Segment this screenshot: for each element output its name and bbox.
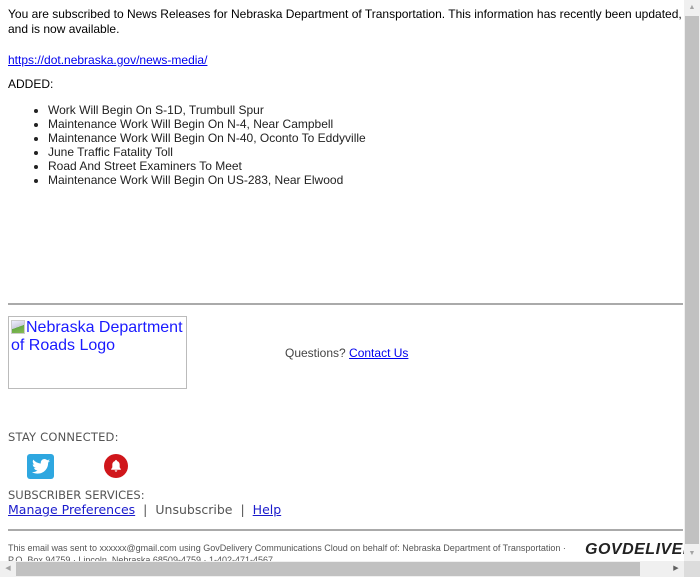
scroll-up-arrow-icon[interactable]: ▲ — [684, 0, 700, 15]
bell-icon — [111, 459, 121, 472]
unsubscribe-text[interactable]: Unsubscribe — [155, 502, 232, 517]
twitter-link[interactable] — [27, 454, 54, 479]
scrollbar-corner — [684, 561, 700, 577]
list-item: Maintenance Work Will Begin On N-40, Oco… — [48, 131, 366, 145]
help-link[interactable]: Help — [253, 502, 282, 517]
subscriber-services-links: Manage Preferences | Unsubscribe | Help — [8, 502, 281, 517]
logo-alt-text: Nebraska Department of Roads Logo — [11, 319, 183, 354]
list-item: Maintenance Work Will Begin On N-4, Near… — [48, 117, 366, 131]
list-item: Maintenance Work Will Begin On US-283, N… — [48, 173, 366, 187]
news-media-link[interactable]: https://dot.nebraska.gov/news-media/ — [8, 53, 207, 67]
stay-connected-label: STAY CONNECTED: — [8, 430, 119, 444]
govdelivery-logo: GOVDELIVERY — [585, 541, 684, 558]
intro-text: You are subscribed to News Releases for … — [8, 7, 682, 36]
scroll-right-arrow-icon[interactable]: ▶ — [668, 561, 684, 577]
list-item: Work Will Begin On S-1D, Trumbull Spur — [48, 103, 366, 117]
added-label: ADDED: — [8, 77, 54, 91]
vertical-scrollbar[interactable]: ▲ ▼ — [684, 0, 700, 561]
list-item: Road And Street Examiners To Meet — [48, 159, 366, 173]
questions-line: Questions? Contact Us — [285, 346, 408, 360]
scroll-down-arrow-icon[interactable]: ▼ — [684, 546, 700, 561]
divider — [8, 303, 683, 305]
broken-image-icon — [11, 320, 25, 334]
nebraska-logo-image[interactable]: Nebraska Department of Roads Logo — [8, 316, 187, 389]
news-items-list: Work Will Begin On S-1D, Trumbull Spur M… — [8, 103, 366, 187]
divider — [8, 529, 683, 531]
email-content: You are subscribed to News Releases for … — [8, 7, 684, 561]
questions-label: Questions? — [285, 346, 346, 360]
manage-preferences-link[interactable]: Manage Preferences — [8, 502, 135, 517]
subscriber-services-label: SUBSCRIBER SERVICES: — [8, 488, 145, 502]
contact-us-link[interactable]: Contact Us — [349, 346, 408, 360]
vertical-scroll-thumb[interactable] — [685, 16, 699, 544]
email-viewport: You are subscribed to News Releases for … — [0, 0, 684, 561]
separator: | — [143, 502, 148, 517]
scroll-left-arrow-icon[interactable]: ◀ — [0, 561, 16, 577]
separator: | — [240, 502, 245, 517]
horizontal-scroll-thumb[interactable] — [16, 562, 640, 576]
notification-link[interactable] — [104, 454, 128, 478]
legal-footer-text: This email was sent to xxxxxx@gmail.com … — [8, 543, 566, 561]
horizontal-scrollbar[interactable]: ◀ ▶ — [0, 561, 684, 577]
url-line: https://dot.nebraska.gov/news-media/ — [8, 51, 207, 69]
twitter-icon — [31, 459, 50, 474]
list-item: June Traffic Fatality Toll — [48, 145, 366, 159]
